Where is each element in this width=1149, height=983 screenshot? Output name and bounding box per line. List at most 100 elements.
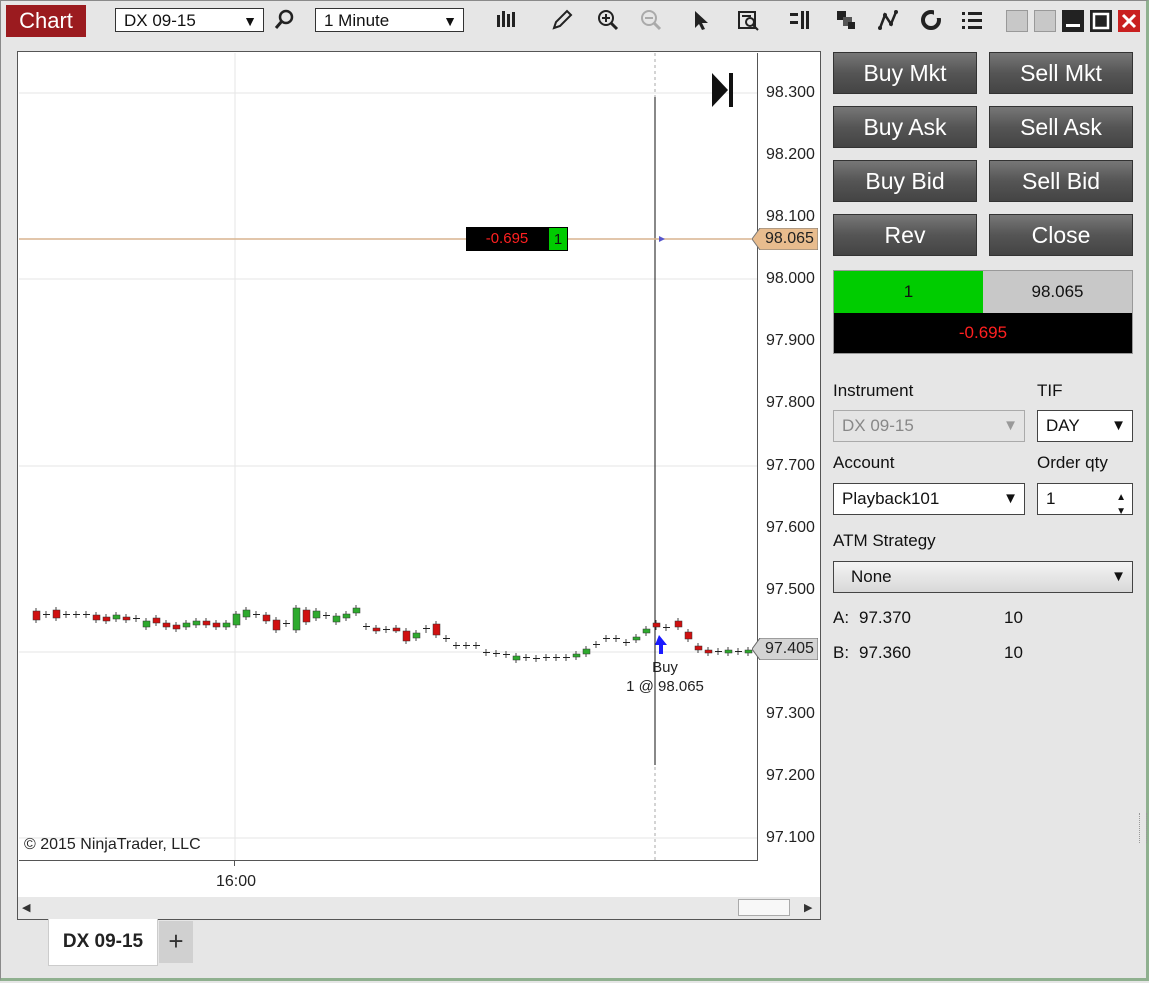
chevron-down-icon: ▼ xyxy=(1003,490,1018,507)
data-box-icon[interactable] xyxy=(735,7,761,33)
close-position-button[interactable]: Close xyxy=(989,214,1133,256)
candle xyxy=(553,657,560,658)
position-price-tag-text: 98.065 xyxy=(765,230,814,247)
link-color-button-2[interactable] xyxy=(1034,10,1056,32)
price-plot[interactable]: -0.695 1 Buy 1 @ 98.065 © 2015 NinjaTrad… xyxy=(19,53,758,861)
chart-title-tab[interactable]: Chart xyxy=(6,5,86,37)
tif-label: TIF xyxy=(1037,381,1063,400)
candle xyxy=(302,609,311,623)
atm-strategy-value: None xyxy=(851,567,892,586)
reverse-button[interactable]: Rev xyxy=(833,214,977,256)
candle xyxy=(674,620,683,628)
close-icon xyxy=(1121,13,1137,29)
sell-ask-button[interactable]: Sell Ask xyxy=(989,106,1133,148)
price-axis-label: 97.300 xyxy=(766,705,815,722)
instrument-label: Instrument xyxy=(833,381,914,400)
stepper-down-icon[interactable]: ▼ xyxy=(1116,497,1126,527)
ask-size: 10 xyxy=(1004,608,1023,627)
candle xyxy=(652,622,661,628)
reload-icon[interactable] xyxy=(918,7,944,33)
candle xyxy=(202,620,211,626)
candle xyxy=(523,657,530,658)
scroll-left-arrow-icon[interactable]: ◀ xyxy=(22,901,30,914)
tab-dx-09-15[interactable]: DX 09-15 xyxy=(48,919,158,966)
candle xyxy=(253,614,260,615)
toolbar: Chart DX 09-15 ▼ 1 Minute ▼ xyxy=(1,1,1146,41)
candle xyxy=(715,651,722,652)
candle xyxy=(332,615,341,623)
drawing-tool-icon[interactable] xyxy=(549,7,575,33)
candle xyxy=(342,613,351,619)
order-qty-stepper[interactable]: 1 ▲ ▼ xyxy=(1037,483,1133,517)
strategies-icon[interactable] xyxy=(833,7,859,33)
candle xyxy=(372,627,381,632)
candle xyxy=(463,645,470,646)
candle xyxy=(363,626,370,627)
chart-scrollbar[interactable]: ◀ ▶ xyxy=(18,897,820,919)
resize-grip[interactable] xyxy=(1139,813,1147,843)
buy-ask-button[interactable]: Buy Ask xyxy=(833,106,977,148)
buy-bid-button[interactable]: Buy Bid xyxy=(833,160,977,202)
zoom-out-icon[interactable] xyxy=(638,7,664,33)
zoom-in-icon[interactable] xyxy=(595,7,621,33)
bar-type-icon[interactable] xyxy=(493,7,519,33)
price-axis-label: 97.800 xyxy=(766,394,815,411)
atm-strategy-dropdown[interactable]: None ▼ xyxy=(833,561,1133,593)
price-axis-label: 97.700 xyxy=(766,457,815,474)
chart-panel: -0.695 1 Buy 1 @ 98.065 © 2015 NinjaTrad… xyxy=(17,51,821,920)
candle xyxy=(142,620,151,628)
candle xyxy=(162,622,171,628)
link-color-button-1[interactable] xyxy=(1006,10,1028,32)
candle xyxy=(122,616,131,621)
price-axis-label: 98.000 xyxy=(766,270,815,287)
candle xyxy=(392,627,401,632)
candle xyxy=(512,655,521,661)
buy-mkt-button[interactable]: Buy Mkt xyxy=(833,52,977,94)
interval-selector[interactable]: 1 Minute ▼ xyxy=(315,8,464,32)
scroll-thumb[interactable] xyxy=(738,899,790,916)
tif-dropdown[interactable]: DAY ▼ xyxy=(1037,410,1133,442)
candle xyxy=(642,628,651,634)
go-to-end-icon[interactable] xyxy=(711,71,735,109)
order-qty-value: 1 xyxy=(1046,489,1056,508)
candle xyxy=(172,624,181,630)
copyright-text: © 2015 NinjaTrader, LLC xyxy=(24,836,201,853)
scroll-right-arrow-icon[interactable]: ▶ xyxy=(804,901,812,914)
price-axis-label: 97.500 xyxy=(766,581,815,598)
ask-price: 97.370 xyxy=(859,608,911,627)
instrument-dropdown[interactable]: DX 09-15 ▼ xyxy=(833,410,1025,442)
close-window-button[interactable] xyxy=(1118,10,1140,32)
position-qty: 1 xyxy=(834,271,983,313)
candle xyxy=(312,610,321,619)
pointer-icon[interactable] xyxy=(688,7,714,33)
maximize-button[interactable] xyxy=(1090,10,1112,32)
chart-window: Chart DX 09-15 ▼ 1 Minute ▼ -0.695 1 Buy… xyxy=(0,0,1149,981)
link-lines-icon[interactable] xyxy=(875,7,901,33)
candle xyxy=(63,614,70,615)
sell-mkt-button[interactable]: Sell Mkt xyxy=(989,52,1133,94)
candle xyxy=(493,653,500,654)
account-dropdown[interactable]: Playback101 ▼ xyxy=(833,483,1025,515)
candle xyxy=(694,645,703,651)
candle xyxy=(262,614,271,622)
candle xyxy=(152,617,161,624)
candle xyxy=(582,648,591,655)
position-qty-marker: 1 xyxy=(548,227,568,251)
price-axis-label: 98.100 xyxy=(766,208,815,225)
candle xyxy=(724,649,733,654)
indicators-icon[interactable] xyxy=(786,7,812,33)
candle xyxy=(563,657,570,658)
properties-icon[interactable] xyxy=(959,7,985,33)
atm-strategy-label: ATM Strategy xyxy=(833,531,936,550)
add-tab-button[interactable]: + xyxy=(159,921,193,963)
search-icon[interactable] xyxy=(271,7,297,33)
candle xyxy=(383,629,390,630)
candle xyxy=(222,622,231,628)
candle xyxy=(684,631,693,640)
candle xyxy=(292,607,301,631)
sell-bid-button[interactable]: Sell Bid xyxy=(989,160,1133,202)
minimize-button[interactable] xyxy=(1062,10,1084,32)
instrument-selector[interactable]: DX 09-15 ▼ xyxy=(115,8,264,32)
candle xyxy=(102,616,111,622)
minimize-icon xyxy=(1066,24,1080,27)
